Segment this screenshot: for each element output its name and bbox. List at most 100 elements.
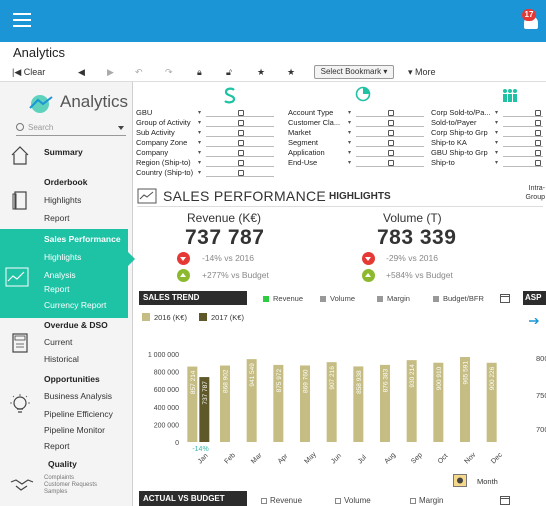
sidebar-section-overdue[interactable]: Overdue & DSO [44, 320, 108, 330]
chevron-down-icon [118, 126, 124, 130]
filter-value[interactable] [206, 148, 274, 157]
maximize-icon[interactable] [500, 294, 510, 303]
sidebar-item-business-analysis[interactable]: Business Analysis [44, 391, 112, 401]
filter-gbu-ship-to-grp[interactable]: GBU Ship-to Grp ▾ [431, 148, 543, 158]
tab-highlights[interactable]: HIGHLIGHTS [329, 191, 391, 202]
sidebar-item-currency-report[interactable]: Currency Report [44, 300, 106, 310]
more-menu[interactable]: ▾ More [408, 65, 436, 79]
hamburger-menu-icon[interactable] [13, 13, 31, 28]
filter-value[interactable] [503, 138, 543, 147]
intra-group-toggle[interactable]: Intra- Group [509, 184, 545, 202]
legend-swatch [377, 296, 383, 303]
filter-market[interactable]: Market ▾ [288, 128, 424, 138]
sidebar-item-overdue-current[interactable]: Current [44, 337, 72, 347]
checkbox[interactable] [335, 497, 341, 504]
filter-corp-sold-to[interactable]: Corp Sold-to/Pa... ▾ [431, 108, 543, 118]
sidebar-section-summary[interactable]: Summary [44, 147, 83, 157]
sidebar-item-overdue-historical[interactable]: Historical [44, 354, 79, 364]
filter-ship-to[interactable]: Ship-to ▾ [431, 158, 543, 168]
sidebar-item-customer-requests[interactable]: Customer Requests [44, 482, 97, 488]
sidebar-item-orderbook-highlights[interactable]: Highlights [44, 195, 81, 205]
filter-region-ship-to[interactable]: Region (Ship-to) ▾ [136, 158, 274, 168]
redo-icon[interactable]: ↷ [165, 65, 173, 79]
sidebar-section-orderbook[interactable]: Orderbook [44, 177, 87, 187]
page-title: Analytics [13, 45, 66, 60]
filter-value[interactable] [356, 118, 424, 127]
checkbox[interactable] [410, 497, 416, 504]
filter-value[interactable] [206, 128, 274, 137]
add-bookmark-star-icon[interactable]: ★ [257, 65, 265, 79]
filter-sub-activity[interactable]: Sub Activity ▾ [136, 128, 274, 138]
filter-account-type[interactable]: Account Type ▾ [288, 108, 424, 118]
filter-group-of-activity[interactable]: Group of Activity ▾ [136, 118, 274, 128]
x-tick-label: Dec [490, 451, 504, 465]
legend-margin[interactable]: Margin [377, 294, 410, 303]
filter-segment[interactable]: Segment ▾ [288, 138, 424, 148]
dimension-switch-icon[interactable] [453, 474, 467, 487]
legend-volume[interactable]: Volume [320, 294, 355, 303]
legend-revenue[interactable]: Revenue [263, 294, 303, 303]
chevron-down-icon: ▾ [348, 110, 352, 116]
filter-label: Ship-to [431, 158, 455, 167]
filter-value[interactable] [356, 128, 424, 137]
filter-column-customer: Account Type ▾ Customer Cla... ▾ Market ▾ S… [288, 108, 424, 168]
maximize-icon[interactable] [500, 496, 510, 505]
filter-value[interactable] [206, 158, 274, 167]
lock-icon[interactable]: 🔒︎ [197, 65, 202, 79]
filter-value[interactable] [206, 138, 274, 147]
filter-ship-to-ka[interactable]: Ship-to KA ▾ [431, 138, 543, 148]
chevron-down-icon: ▾ [348, 160, 352, 166]
filter-value[interactable] [503, 118, 543, 127]
select-bookmark-dropdown[interactable]: Select Bookmark ▾ [314, 65, 394, 79]
unlock-icon[interactable]: 🔓︎ [226, 65, 232, 79]
filter-country-ship-to[interactable]: Country (Ship-to) ▾ [136, 168, 274, 178]
volume-vs-budget: +584% vs Budget [386, 270, 453, 280]
sidebar-item-sales-highlights[interactable]: Highlights [44, 252, 81, 262]
avb-revenue-checkbox[interactable]: Revenue [261, 496, 302, 505]
forward-icon[interactable]: ▶ [107, 65, 114, 79]
sidebar-item-pipeline-monitor[interactable]: Pipeline Monitor [44, 425, 105, 435]
filter-value[interactable] [356, 148, 424, 157]
sidebar-item-complaints[interactable]: Complaints [44, 475, 74, 481]
filter-column-organization: GBU ▾ Group of Activity ▾ Sub Activity ▾ Co… [136, 108, 274, 178]
y-tick-label: 800 000 [154, 370, 179, 377]
sidebar-section-sales-performance[interactable]: Sales Performance [44, 234, 121, 244]
filters-panel: GBU ▾ Group of Activity ▾ Sub Activity ▾ Co… [133, 82, 546, 178]
filter-company-zone[interactable]: Company Zone ▾ [136, 138, 274, 148]
filter-gbu[interactable]: GBU ▾ [136, 108, 274, 118]
filter-value[interactable] [503, 128, 543, 137]
sidebar-item-samples[interactable]: Samples [44, 489, 67, 495]
filter-customer-class[interactable]: Customer Cla... ▾ [288, 118, 424, 128]
undo-icon[interactable]: ↶ [135, 65, 143, 79]
sidebar-item-orderbook-report[interactable]: Report [44, 213, 70, 223]
sidebar-item-sales-report[interactable]: Report [44, 284, 70, 294]
filter-value[interactable] [356, 138, 424, 147]
filter-value[interactable] [503, 148, 543, 157]
legend-budget[interactable]: Budget/BFR [433, 294, 484, 303]
sidebar-section-quality[interactable]: Quality [48, 459, 77, 469]
sidebar-section-opportunities[interactable]: Opportunities [44, 374, 100, 384]
filter-value[interactable] [206, 118, 274, 127]
avb-margin-checkbox[interactable]: Margin [410, 496, 443, 505]
filter-value[interactable] [503, 108, 543, 117]
avb-volume-checkbox[interactable]: Volume [335, 496, 371, 505]
sidebar-item-pipeline-efficiency[interactable]: Pipeline Efficiency [44, 409, 113, 419]
filter-end-use[interactable]: End-Use ▾ [288, 158, 424, 168]
filter-value[interactable] [206, 108, 274, 117]
filter-company[interactable]: Company ▾ [136, 148, 274, 158]
notifications-bell-icon[interactable]: 17 [522, 9, 540, 30]
filter-corp-ship-to-grp[interactable]: Corp Ship-to Grp ▾ [431, 128, 543, 138]
sidebar-item-sales-analysis[interactable]: Analysis [44, 270, 76, 280]
search-input[interactable]: Search [16, 120, 126, 136]
back-icon[interactable]: ◀ [78, 65, 85, 79]
bookmark-star-icon[interactable]: ★ [287, 65, 295, 79]
checkbox[interactable] [261, 497, 267, 504]
filter-value[interactable] [503, 158, 543, 167]
clear-button[interactable]: |◀ Clear [12, 65, 45, 79]
filter-application[interactable]: Application ▾ [288, 148, 424, 158]
filter-sold-to-payer[interactable]: Sold-to/Payer ▾ [431, 118, 543, 128]
filter-value[interactable] [356, 108, 424, 117]
sidebar-item-opportunities-report[interactable]: Report [44, 441, 70, 451]
filter-value[interactable] [206, 168, 274, 177]
filter-value[interactable] [356, 158, 424, 167]
